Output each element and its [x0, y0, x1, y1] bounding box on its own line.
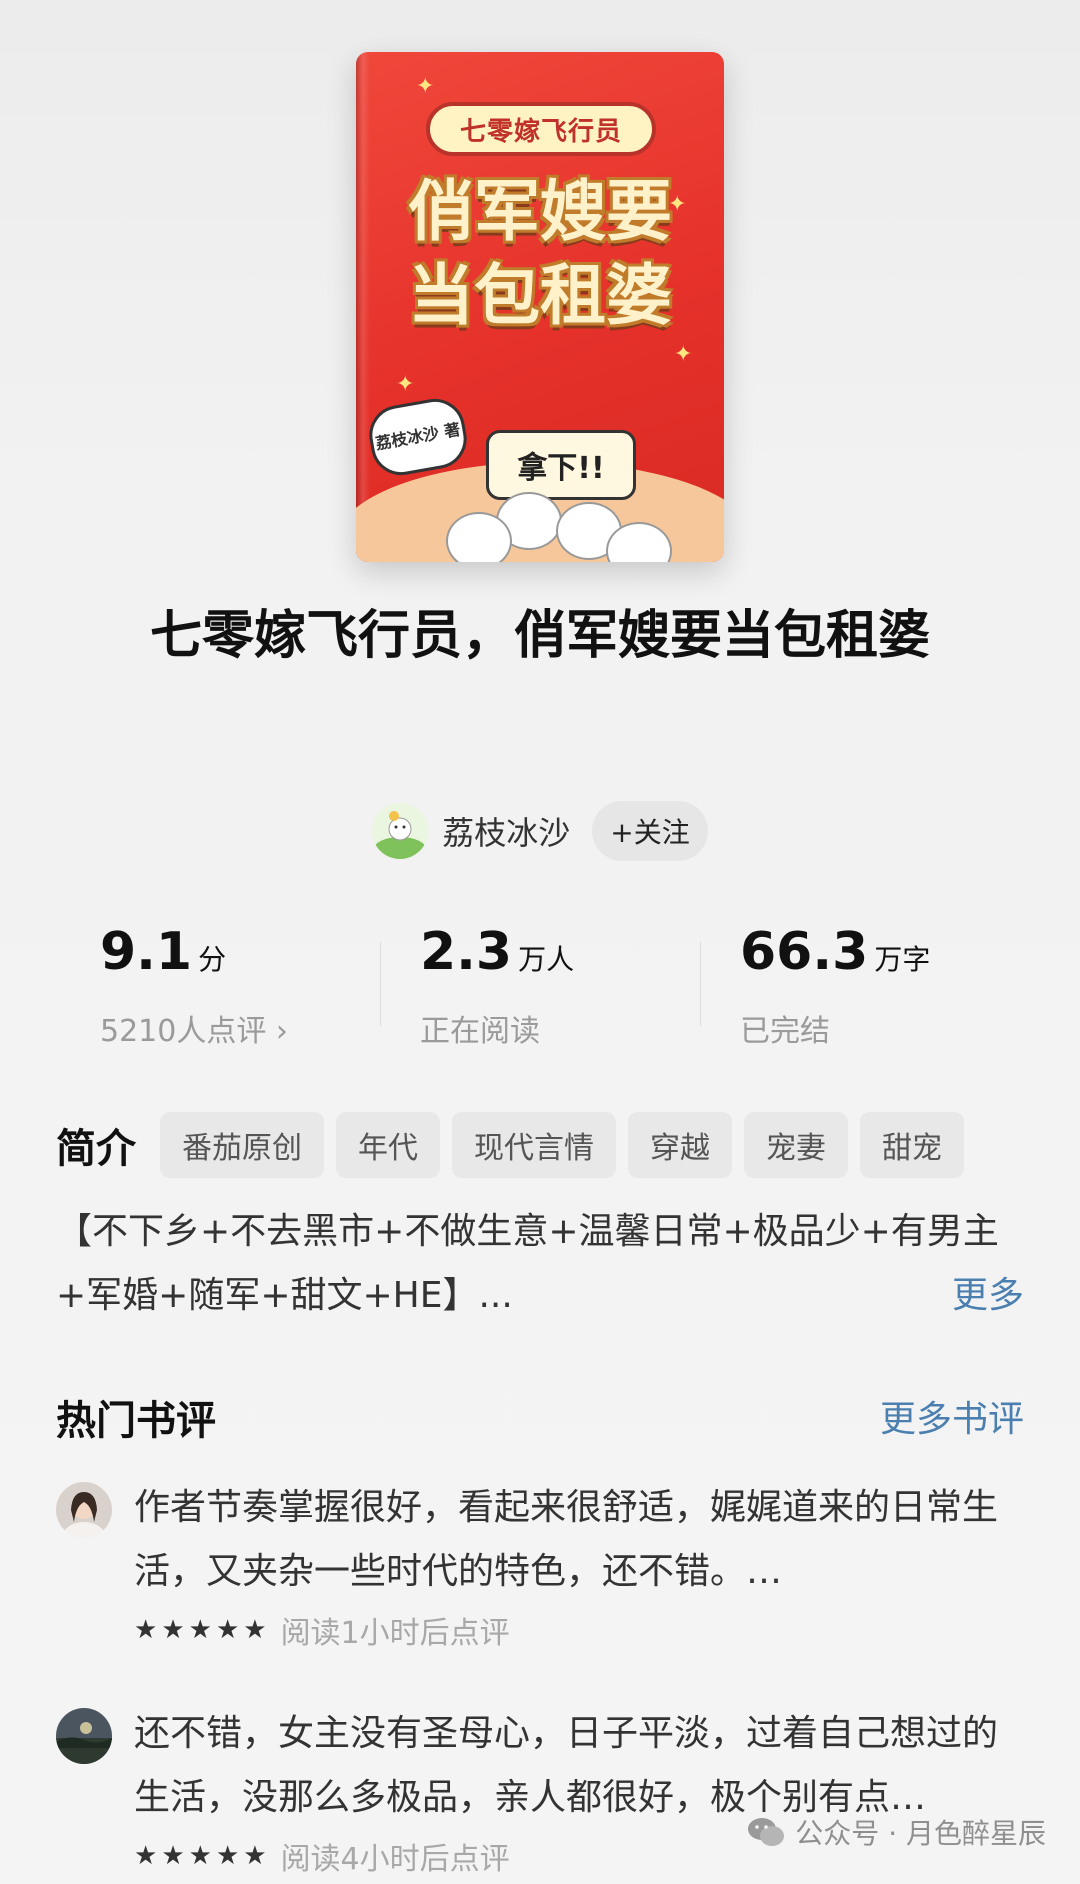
- wechat-icon: [748, 1818, 785, 1846]
- cover-author-tag: 荔枝冰沙 著: [364, 394, 472, 480]
- intro-text[interactable]: 【不下乡+不去黑市+不做生意+温馨日常+极品少+有男主+军婚+随军+甜文+HE】…: [56, 1200, 1024, 1328]
- follow-button[interactable]: +关注: [592, 801, 708, 861]
- reviewer-avatar[interactable]: [56, 1708, 112, 1764]
- reviews-heading: 热门书评: [56, 1398, 216, 1444]
- stat-rating[interactable]: 9.1 分 5210人点评 ›: [60, 920, 380, 1050]
- rating-unit: 分: [198, 943, 227, 976]
- cover-speech-bubble: 拿下!!: [486, 430, 636, 500]
- review-time: 阅读1小时后点评: [280, 1616, 510, 1651]
- readers-count: 2.3: [420, 922, 513, 982]
- review-text: 作者节奏掌握很好，看起来很舒适，娓娓道来的日常生活，又夹杂一些时代的特色，还不错…: [134, 1487, 999, 1592]
- tag-chip[interactable]: 穿越: [628, 1112, 732, 1178]
- completion-status: 已完结: [740, 1014, 830, 1049]
- rating-score: 9.1: [100, 922, 193, 982]
- rating-stars: ★ ★ ★ ★ ★: [134, 1617, 267, 1643]
- cover-title-line: 俏军嫂要: [408, 173, 672, 250]
- readers-unit: 万人: [518, 943, 575, 976]
- tag-chip[interactable]: 宠妻: [744, 1112, 848, 1178]
- author-row: 荔枝冰沙 +关注: [0, 800, 1080, 862]
- sparkle-icon: ✦: [396, 372, 415, 397]
- reviewer-avatar[interactable]: [56, 1482, 112, 1538]
- intro-more-link[interactable]: 更多: [939, 1266, 1024, 1318]
- stat-word-count: 66.3 万字 已完结: [700, 920, 1020, 1050]
- sparkle-icon: ✦: [416, 74, 435, 99]
- author-name[interactable]: 荔枝冰沙: [442, 808, 570, 854]
- author-avatar[interactable]: [372, 803, 429, 859]
- stat-value: 66.3 万字: [740, 920, 1020, 992]
- stat-value: 9.1 分: [100, 920, 380, 992]
- cover-spine: [356, 52, 370, 562]
- star-icon: ★: [134, 1841, 158, 1871]
- rating-stars: ★ ★ ★ ★ ★: [134, 1843, 267, 1869]
- cover-series-title: 七零嫁飞行员: [426, 102, 656, 156]
- book-cover[interactable]: ✦ ✦ ✦ ✦ 七零嫁飞行员 俏军嫂要 当包租婆 荔枝冰沙 著 拿下!!: [356, 52, 724, 562]
- readers-label: 正在阅读: [420, 1014, 540, 1049]
- review-item[interactable]: 作者节奏掌握很好，看起来很舒适，娓娓道来的日常生活，又夹杂一些时代的特色，还不错…: [56, 1476, 1024, 1651]
- stat-readers: 2.3 万人 正在阅读: [380, 920, 700, 1050]
- star-icon: ★: [161, 1615, 185, 1645]
- star-icon: ★: [188, 1615, 212, 1645]
- watermark: 公众号 · 月色醉星辰: [747, 1812, 1046, 1852]
- intro-header: 简介 番茄原创 年代 现代言情 穿越 宠妻 甜宠: [56, 1112, 964, 1178]
- word-count-unit: 万字: [874, 943, 931, 976]
- tag-chip[interactable]: 番茄原创: [160, 1112, 324, 1178]
- star-icon: ★: [215, 1615, 240, 1645]
- star-icon: ★: [188, 1841, 212, 1871]
- intro-heading: 简介: [56, 1126, 136, 1172]
- word-count: 66.3: [740, 922, 869, 982]
- tag-chip[interactable]: 年代: [336, 1112, 440, 1178]
- review-text: 还不错，女主没有圣母心，日子平淡，过着自己想过的生活，没那么多极品，亲人都很好，…: [134, 1713, 999, 1818]
- book-title: 七零嫁飞行员，俏军嫂要当包租婆: [149, 606, 930, 666]
- tag-chip[interactable]: 现代言情: [452, 1112, 616, 1178]
- cover-character: [446, 512, 512, 562]
- star-icon: ★: [161, 1841, 185, 1871]
- more-reviews-link[interactable]: 更多书评: [880, 1390, 1024, 1442]
- star-icon: ★: [215, 1841, 240, 1871]
- stat-value: 2.3 万人: [420, 920, 700, 992]
- cover-main-title: 俏军嫂要 当包租婆: [370, 170, 710, 338]
- star-icon: ★: [134, 1615, 158, 1645]
- tag-chip[interactable]: 甜宠: [860, 1112, 964, 1178]
- review-time: 阅读4小时后点评: [280, 1842, 510, 1877]
- sparkle-icon: ✦: [674, 342, 693, 367]
- star-icon: ★: [243, 1615, 267, 1645]
- cover-title-line: 当包租婆: [408, 257, 672, 334]
- review-meta: ★ ★ ★ ★ ★ 阅读1小时后点评: [134, 1610, 1024, 1651]
- book-stats: 9.1 分 5210人点评 › 2.3 万人 正在阅读 66.3 万字 已完结: [60, 920, 1020, 1050]
- rating-count-link[interactable]: 5210人点评 ›: [100, 1006, 380, 1050]
- watermark-text: 公众号 · 月色醉星辰: [795, 1817, 1046, 1850]
- star-icon: ★: [243, 1841, 267, 1871]
